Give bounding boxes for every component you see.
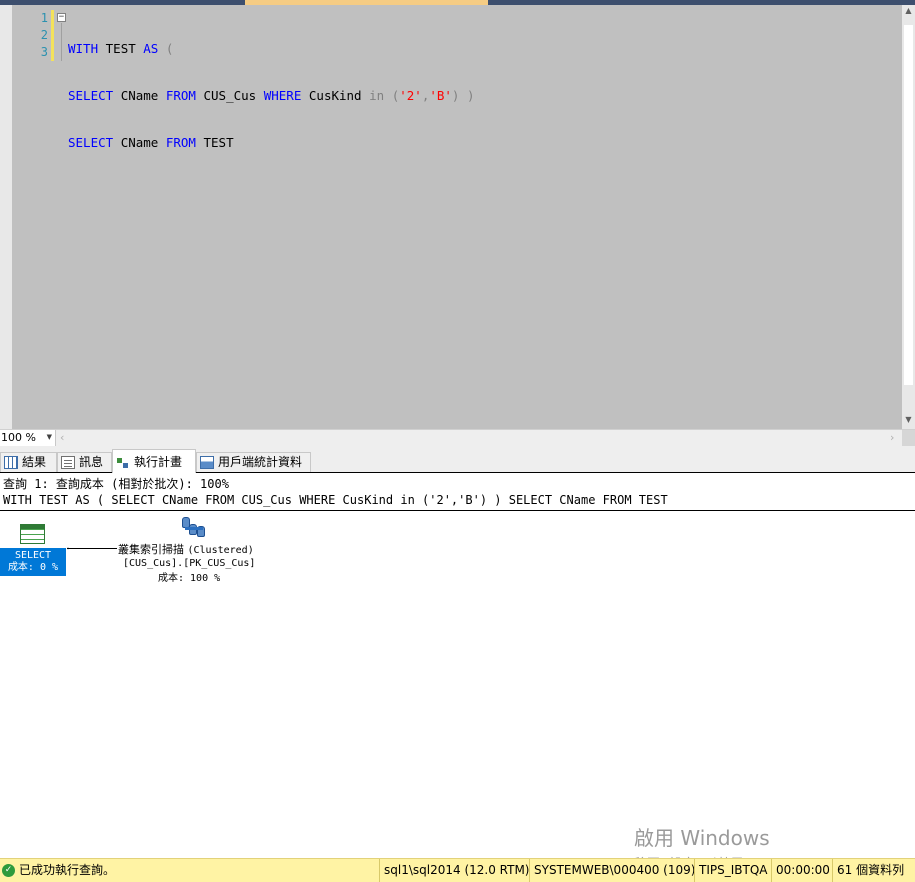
scrollbar-thumb[interactable] — [904, 25, 913, 385]
scan-operator-cost: 成本: 100 % — [158, 573, 221, 584]
scroll-left-icon[interactable]: ‹ — [60, 430, 64, 445]
clustered-index-scan-icon[interactable] — [180, 514, 208, 540]
editor-zoom-bar: 100 % ▼ ‹ › — [0, 429, 915, 446]
identifier: CName — [120, 88, 159, 103]
tab-label: 訊息 — [79, 455, 104, 469]
tab-label: 結果 — [22, 455, 47, 469]
code-line-3: SELECT CName FROM TEST — [68, 134, 475, 151]
identifier: CusKind — [308, 88, 362, 103]
status-message: 已成功執行查詢。 — [19, 863, 116, 877]
line-numbers: 1 2 3 — [12, 5, 50, 429]
line-number: 2 — [40, 28, 48, 42]
change-tracking-bar — [51, 10, 54, 61]
line-number: 3 — [40, 45, 48, 59]
code-line-2: SELECT CName FROM CUS_Cus WHERE CusKind … — [68, 87, 475, 104]
identifier: TEST — [105, 41, 136, 56]
status-user: SYSTEMWEB\000400 (109) — [529, 859, 695, 882]
keyword: SELECT — [68, 88, 114, 103]
code-line-1: WITH TEST AS ( — [68, 40, 475, 57]
execution-plan-pane[interactable]: 查詢 1: 查詢成本 (相對於批次): 100% WITH TEST AS ( … — [0, 474, 915, 872]
success-check-icon: ✓ — [2, 864, 15, 877]
execution-plan-icon — [116, 456, 130, 469]
tab-execution-plan[interactable]: 執行計畫 — [112, 449, 196, 473]
keyword: FROM — [165, 88, 196, 103]
editor-vertical-scrollbar[interactable]: ▲ ▼ — [902, 5, 915, 429]
operator-name: SELECT — [14, 550, 52, 561]
query-text: WITH TEST AS ( SELECT CName FROM CUS_Cus… — [3, 493, 668, 507]
string-literal: '2' — [399, 88, 422, 103]
scan-operator-title: 叢集索引掃描 — [118, 543, 184, 556]
identifier: TEST — [203, 135, 234, 150]
tab-messages[interactable]: 訊息 — [57, 452, 112, 472]
status-elapsed-time: 00:00:00 — [771, 859, 830, 882]
query-cost-header: 查詢 1: 查詢成本 (相對於批次): 100% — [3, 477, 229, 491]
results-tab-bar: 結果 訊息 執行計畫 用戶端統計資料 — [0, 446, 915, 473]
keyword: WHERE — [263, 88, 302, 103]
punctuation: ) — [451, 88, 460, 103]
watermark-title: 啟用 Windows — [634, 826, 770, 850]
connector-arrow-icon: ◦ — [66, 545, 71, 553]
select-operator-node[interactable]: SELECT 成本: 0 % — [0, 548, 66, 576]
punctuation: ( — [165, 41, 174, 56]
zoom-dropdown[interactable]: 100 % ▼ — [0, 430, 56, 446]
punctuation: ) — [466, 88, 475, 103]
zoom-value: 100 % — [1, 431, 36, 444]
tab-label: 執行計畫 — [134, 455, 183, 469]
identifier: CUS_Cus — [203, 88, 257, 103]
code-text[interactable]: WITH TEST AS ( SELECT CName FROM CUS_Cus… — [68, 10, 475, 181]
string-literal: 'B' — [429, 88, 452, 103]
editor-margin — [0, 5, 12, 429]
query-editor[interactable]: 1 2 3 − WITH TEST AS ( SELECT CName FROM… — [0, 5, 915, 429]
scroll-right-icon[interactable]: › — [890, 430, 894, 445]
scan-operator-name[interactable]: 叢集索引掃描 (Clustered) — [118, 541, 254, 557]
tab-results[interactable]: 結果 — [0, 452, 57, 472]
collapse-region-icon[interactable]: − — [57, 13, 66, 22]
outline-guide — [61, 23, 62, 61]
tab-client-statistics[interactable]: 用戶端統計資料 — [196, 452, 311, 472]
keyword: WITH — [68, 41, 99, 56]
chevron-down-icon[interactable]: ▼ — [47, 430, 52, 445]
operator-cost: 成本: 0 % — [7, 562, 59, 573]
scan-operator-object: [CUS_Cus].[PK_CUS_Cus] — [123, 558, 256, 569]
scrollbar-corner — [902, 430, 915, 446]
divider — [0, 510, 915, 511]
scroll-up-icon[interactable]: ▲ — [902, 5, 915, 17]
grid-icon — [4, 456, 18, 469]
message-icon — [61, 456, 75, 469]
status-database: TIPS_IBTQA — [694, 859, 767, 882]
scan-operator-subtitle: (Clustered) — [187, 545, 254, 556]
plan-connector[interactable] — [67, 548, 117, 549]
keyword: FROM — [165, 135, 196, 150]
operator: in — [369, 88, 385, 103]
line-number: 1 — [40, 11, 48, 25]
status-row-count: 61 個資料列 — [832, 859, 904, 882]
identifier: CName — [120, 135, 159, 150]
keyword: AS — [143, 41, 159, 56]
statistics-icon — [200, 456, 214, 469]
select-operator-icon[interactable] — [20, 524, 45, 544]
keyword: SELECT — [68, 135, 114, 150]
scroll-down-icon[interactable]: ▼ — [902, 413, 915, 427]
status-bar: ✓ 已成功執行查詢。 sql1\sql2014 (12.0 RTM) SYSTE… — [0, 858, 915, 882]
status-server: sql1\sql2014 (12.0 RTM) — [379, 859, 529, 882]
tab-label: 用戶端統計資料 — [218, 455, 303, 469]
